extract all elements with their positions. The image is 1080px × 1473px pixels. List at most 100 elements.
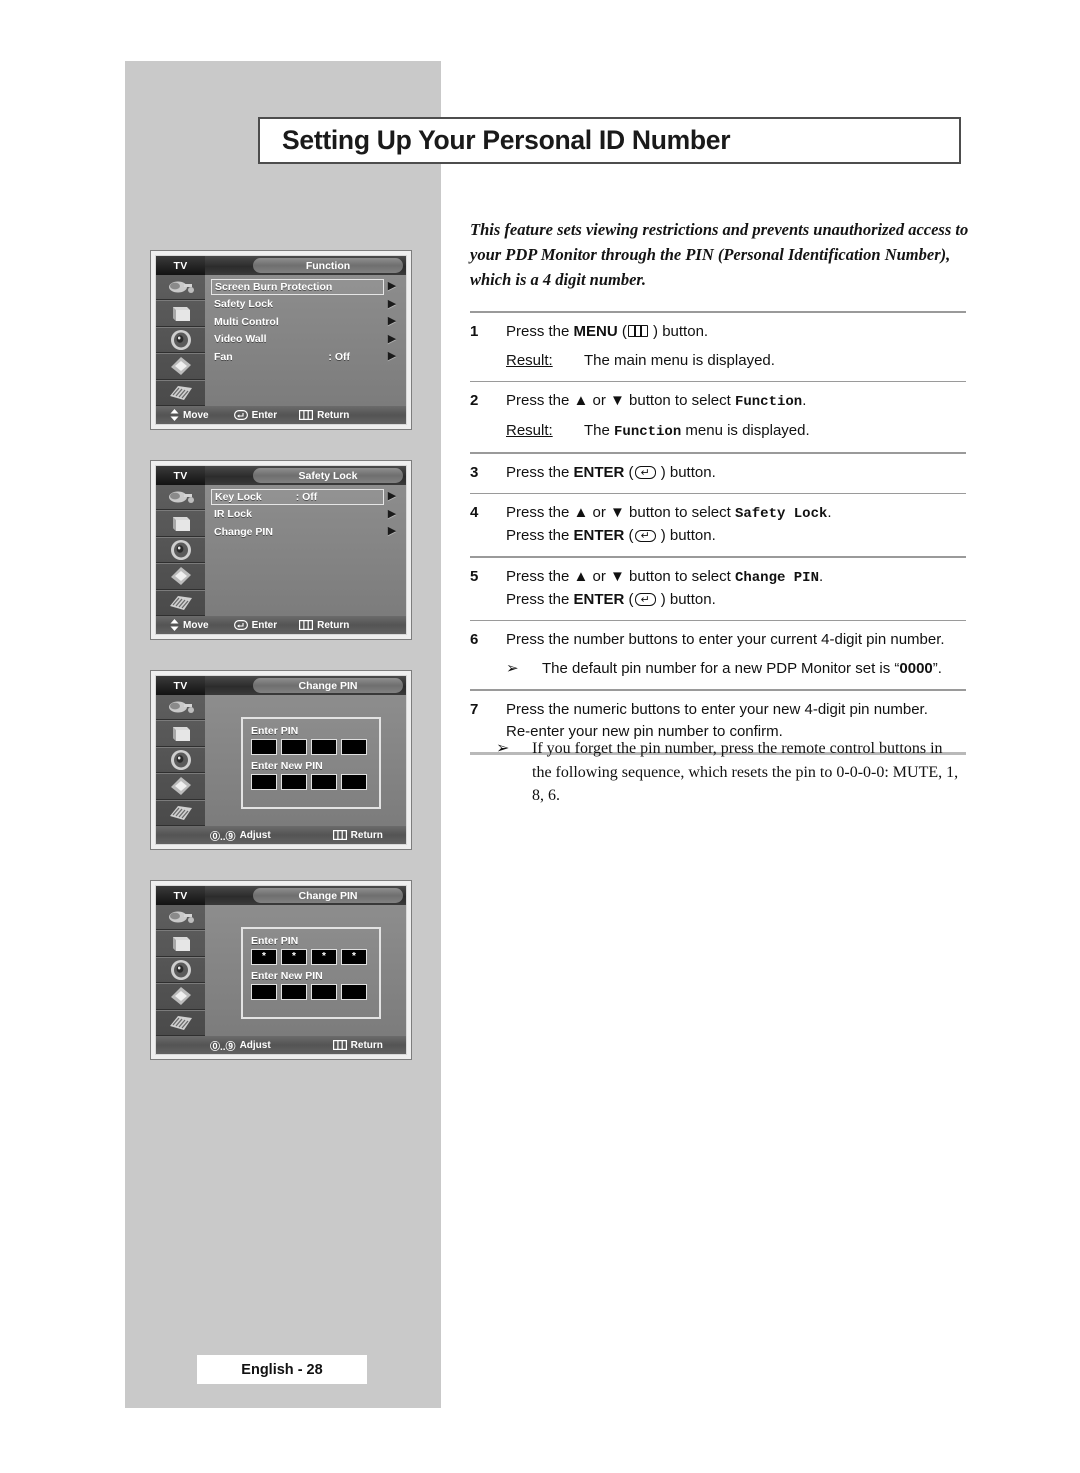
pin-digit[interactable]: * bbox=[251, 949, 277, 965]
button-name: ENTER bbox=[573, 590, 625, 608]
osd-inner: TV Change PIN bbox=[155, 675, 407, 845]
step-body: Press the numeric buttons to enter your … bbox=[506, 699, 966, 743]
function-cards-icon bbox=[156, 379, 205, 407]
new-pin-boxes bbox=[251, 984, 371, 1000]
footer-adjust-label: Adjust bbox=[239, 829, 271, 841]
adjust-range-label: ⓪..⑨ bbox=[210, 831, 236, 843]
button-name: ENTER bbox=[573, 463, 625, 481]
osd-menu-item-fan[interactable]: Fan : Off ▶ bbox=[205, 348, 406, 366]
osd-icon-rail bbox=[156, 905, 205, 1037]
step-body: Press the ▲ or ▼ button to select Safety… bbox=[506, 502, 966, 547]
menu-item-value: : Off bbox=[295, 490, 318, 503]
step-body: Press the MENU ( ) button. Result: The m… bbox=[506, 321, 966, 372]
osd-menu-list: Screen Burn Protection ▶ Safety Lock ▶ M… bbox=[205, 275, 406, 406]
step-number: 5 bbox=[470, 567, 479, 585]
chevron-right-icon: ▶ bbox=[387, 350, 397, 363]
pin-digit[interactable] bbox=[311, 774, 337, 790]
step-text: Press the bbox=[506, 527, 574, 544]
pin-digit[interactable]: * bbox=[281, 949, 307, 965]
osd-menu-item-ir-lock[interactable]: IR Lock ▶ bbox=[205, 506, 406, 524]
pin-digit[interactable] bbox=[251, 984, 277, 1000]
pin-digit[interactable] bbox=[281, 739, 307, 755]
pin-digit[interactable]: * bbox=[311, 949, 337, 965]
footer-adjust: ⓪..⑨ Adjust bbox=[210, 1038, 271, 1053]
step-text-tail: . bbox=[827, 504, 832, 521]
step-text-tail: . bbox=[818, 567, 824, 585]
step-text: Press the bbox=[506, 322, 574, 340]
osd-screenshot-change-pin-filled: TV Change PIN Enter PIN * * * * Enter Ne… bbox=[150, 880, 412, 1060]
footer-adjust: ⓪..⑨ Adjust bbox=[210, 828, 271, 843]
footer-return: Return bbox=[332, 830, 383, 841]
button-name: MENU bbox=[573, 322, 618, 340]
pin-digit[interactable] bbox=[341, 774, 367, 790]
footer-return-label: Return bbox=[350, 1039, 383, 1051]
osd-body: Key Lock : Off ▶ IR Lock ▶ Change PIN ▶ bbox=[156, 485, 406, 617]
osd-body: Screen Burn Protection ▶ Safety Lock ▶ M… bbox=[156, 275, 406, 407]
footer-move-label: Move bbox=[183, 619, 209, 631]
pin-digit[interactable] bbox=[251, 739, 277, 755]
osd-body: Enter PIN * * * * Enter New PIN bbox=[156, 905, 406, 1037]
step-line: Press the ▲ or ▼ button to select Functi… bbox=[506, 390, 966, 413]
osd-menu-item-key-lock[interactable]: Key Lock : Off ▶ bbox=[205, 488, 406, 506]
button-name: ENTER bbox=[573, 527, 625, 544]
step-body: Press the ▲ or ▼ button to select Change… bbox=[506, 566, 966, 611]
step-line: Press the numeric buttons to enter your … bbox=[506, 700, 928, 718]
page-title: Setting Up Your Personal ID Number bbox=[282, 125, 731, 155]
osd-menu-list: Key Lock : Off ▶ IR Lock ▶ Change PIN ▶ bbox=[205, 485, 406, 616]
step-text-tail: ) button. bbox=[656, 590, 716, 608]
osd-header: TV Change PIN bbox=[156, 676, 406, 695]
sound-speaker-icon bbox=[156, 536, 205, 564]
menu-label-box: Screen Burn Protection bbox=[211, 278, 384, 295]
note-row: ➢ The default pin number for a new PDP M… bbox=[506, 658, 966, 680]
menu-name: Safety Lock bbox=[734, 506, 828, 522]
note-text: The default pin number for a new PDP Mon… bbox=[542, 658, 966, 680]
step-4: 4 Press the ▲ or ▼ button to select Safe… bbox=[470, 494, 966, 556]
input-source-icon bbox=[156, 485, 205, 511]
step-1: 1 Press the MENU ( ) button. Result: The… bbox=[470, 313, 966, 381]
enter-pin-boxes: * * * * bbox=[251, 949, 371, 965]
menu-label-box: Video Wall bbox=[211, 331, 384, 347]
enter-pin-boxes bbox=[251, 739, 371, 755]
osd-menu-item-multi-control[interactable]: Multi Control ▶ bbox=[205, 313, 406, 331]
result-text: The Function menu is displayed. bbox=[584, 420, 810, 443]
step-body: Press the ENTER (↵ ) button. bbox=[506, 462, 966, 484]
pin-digit[interactable] bbox=[341, 739, 367, 755]
menu-label-box: Fan : Off bbox=[211, 349, 384, 365]
adjust-range-label: ⓪..⑨ bbox=[210, 1041, 236, 1053]
function-cards-icon bbox=[156, 799, 205, 827]
setup-chip-icon bbox=[156, 563, 205, 590]
pin-digit[interactable] bbox=[281, 774, 307, 790]
osd-menu-item-safety-lock[interactable]: Safety Lock ▶ bbox=[205, 296, 406, 314]
menu-name: Function bbox=[614, 424, 682, 440]
chevron-right-icon: ▶ bbox=[387, 332, 397, 345]
pin-digit[interactable] bbox=[341, 984, 367, 1000]
step-2: 2 Press the ▲ or ▼ button to select Func… bbox=[470, 382, 966, 452]
menu-icon bbox=[332, 830, 347, 840]
setup-chip-icon bbox=[156, 983, 205, 1010]
footer-enter: Enter bbox=[233, 620, 277, 631]
footer-move: Move bbox=[170, 409, 209, 421]
pin-digit[interactable] bbox=[281, 984, 307, 1000]
osd-title: Change PIN bbox=[253, 888, 403, 903]
enter-icon: ↵ bbox=[634, 466, 656, 479]
pin-digit[interactable] bbox=[251, 774, 277, 790]
osd-pin-panel: Enter PIN * * * * Enter New PIN bbox=[205, 905, 406, 1036]
enter-pin-label: Enter PIN bbox=[251, 935, 299, 947]
step-number: 6 bbox=[470, 631, 479, 648]
osd-menu-item-video-wall[interactable]: Video Wall ▶ bbox=[205, 331, 406, 349]
osd-menu-item-change-pin[interactable]: Change PIN ▶ bbox=[205, 523, 406, 541]
osd-menu-item-screen-burn-protection[interactable]: Screen Burn Protection ▶ bbox=[205, 278, 406, 296]
osd-body: Enter PIN Enter New PIN bbox=[156, 695, 406, 827]
pin-digit[interactable] bbox=[311, 984, 337, 1000]
osd-title: Safety Lock bbox=[253, 468, 403, 483]
step-number: 2 bbox=[470, 392, 479, 409]
footer-enter: Enter bbox=[233, 410, 277, 421]
pin-digit[interactable] bbox=[311, 739, 337, 755]
input-source-icon bbox=[156, 905, 205, 931]
step-text: Press the ▲ or ▼ button to select bbox=[506, 504, 735, 521]
pin-digit[interactable]: * bbox=[341, 949, 367, 965]
step-line: Press the MENU ( ) button. bbox=[506, 322, 709, 340]
menu-icon bbox=[627, 324, 648, 337]
result-text: The main menu is displayed. bbox=[584, 351, 775, 369]
menu-item-label: Change PIN bbox=[214, 525, 273, 538]
